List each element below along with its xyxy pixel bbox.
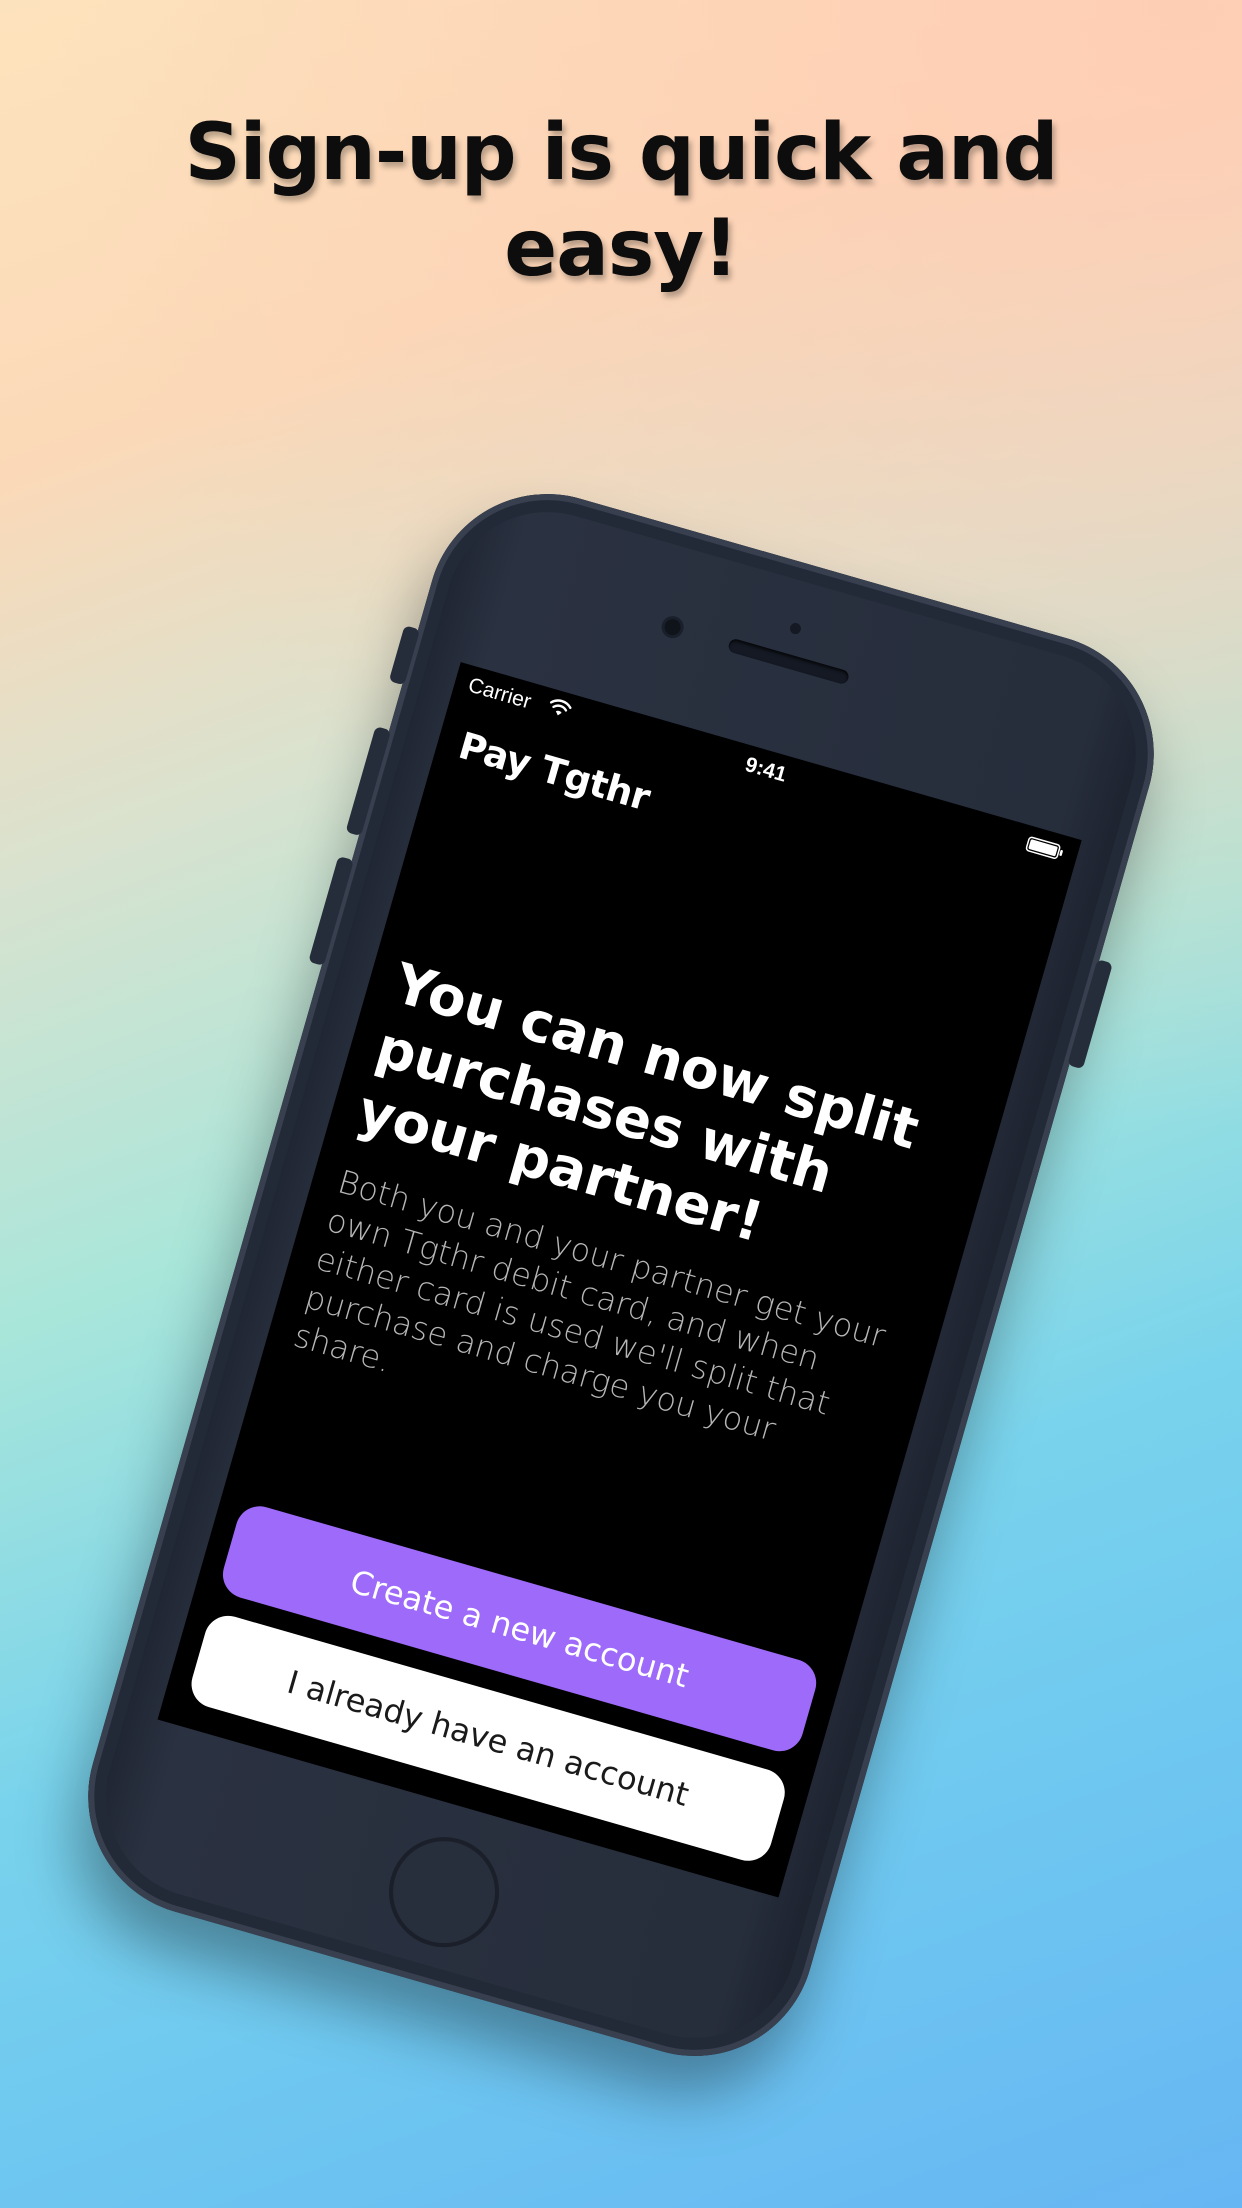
headline-line-2: easy!	[504, 204, 738, 294]
headline-line-1: Sign-up is quick and	[184, 108, 1059, 198]
promo-headline: Sign-up is quick and easy!	[0, 105, 1242, 297]
